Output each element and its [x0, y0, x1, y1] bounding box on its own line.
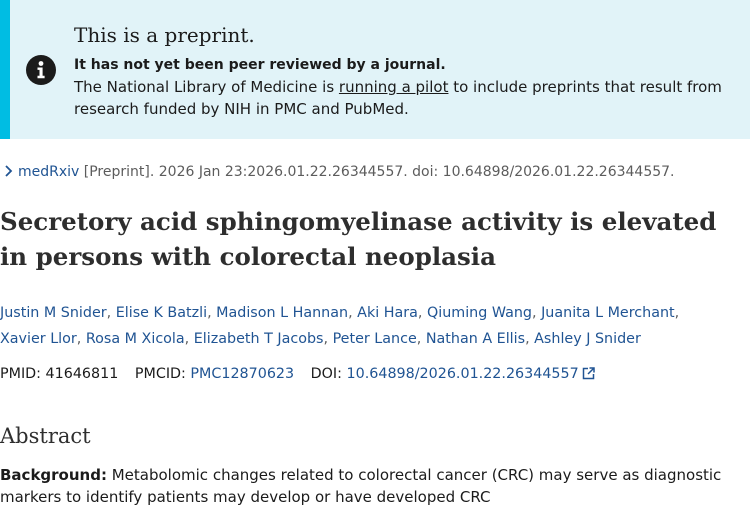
banner-text-before: The National Library of Medicine is: [74, 78, 339, 96]
author-link[interactable]: Juanita L Merchant: [541, 305, 675, 321]
banner-accent-bar: [0, 0, 10, 139]
doi-link[interactable]: 10.64898/2026.01.22.26344557: [347, 366, 595, 382]
author-link[interactable]: Aki Hara: [357, 305, 418, 321]
doi-value: 10.64898/2026.01.22.26344557: [346, 366, 579, 382]
citation-text: [Preprint]. 2026 Jan 23:2026.01.22.26344…: [79, 164, 675, 180]
pmid-label: PMID:: [0, 366, 46, 382]
doi-label: DOI:: [310, 366, 347, 382]
background-label: Background:: [0, 466, 107, 484]
external-link-icon: [582, 367, 595, 380]
article-identifiers: PMID: 41646811 PMCID: PMC12870623 DOI: 1…: [0, 364, 595, 384]
citation-line: medRxiv [Preprint]. 2026 Jan 23:2026.01.…: [4, 162, 675, 182]
background-text: Metabolomic changes related to colorecta…: [0, 466, 722, 506]
pmcid-link[interactable]: PMC12870623: [190, 366, 294, 382]
pmid-value: 41646811: [45, 366, 119, 382]
author-link[interactable]: Qiuming Wang: [427, 305, 532, 321]
banner-title: This is a preprint.: [74, 23, 255, 47]
abstract-heading: Abstract: [0, 424, 91, 448]
medrxiv-link[interactable]: medRxiv: [18, 164, 79, 180]
banner-subtitle: It has not yet been peer reviewed by a j…: [74, 57, 446, 73]
info-icon: [26, 55, 56, 85]
author-link[interactable]: Xavier Llor: [0, 331, 77, 347]
preprint-banner: This is a preprint. It has not yet been …: [0, 0, 750, 139]
author-link[interactable]: Justin M Snider: [0, 305, 107, 321]
article-title: Secretory acid sphingomyelinase activity…: [0, 207, 717, 271]
author-link[interactable]: Nathan A Ellis: [426, 331, 525, 347]
author-link[interactable]: Rosa M Xicola: [86, 331, 185, 347]
banner-text: The National Library of Medicine is runn…: [74, 76, 734, 120]
author-link[interactable]: Peter Lance: [333, 331, 417, 347]
pmcid-label: PMCID:: [134, 366, 191, 382]
author-list: Justin M Snider, Elise K Batzli, Madison…: [0, 305, 680, 347]
author-link[interactable]: Elizabeth T Jacobs: [194, 331, 324, 347]
chevron-right-icon: [4, 162, 18, 182]
author-link[interactable]: Elise K Batzli: [116, 305, 207, 321]
abstract-background: Background: Metabolomic changes related …: [0, 464, 740, 508]
author-link[interactable]: Madison L Hannan: [216, 305, 348, 321]
author-link[interactable]: Ashley J Snider: [534, 331, 641, 347]
running-a-pilot-link[interactable]: running a pilot: [339, 78, 449, 96]
